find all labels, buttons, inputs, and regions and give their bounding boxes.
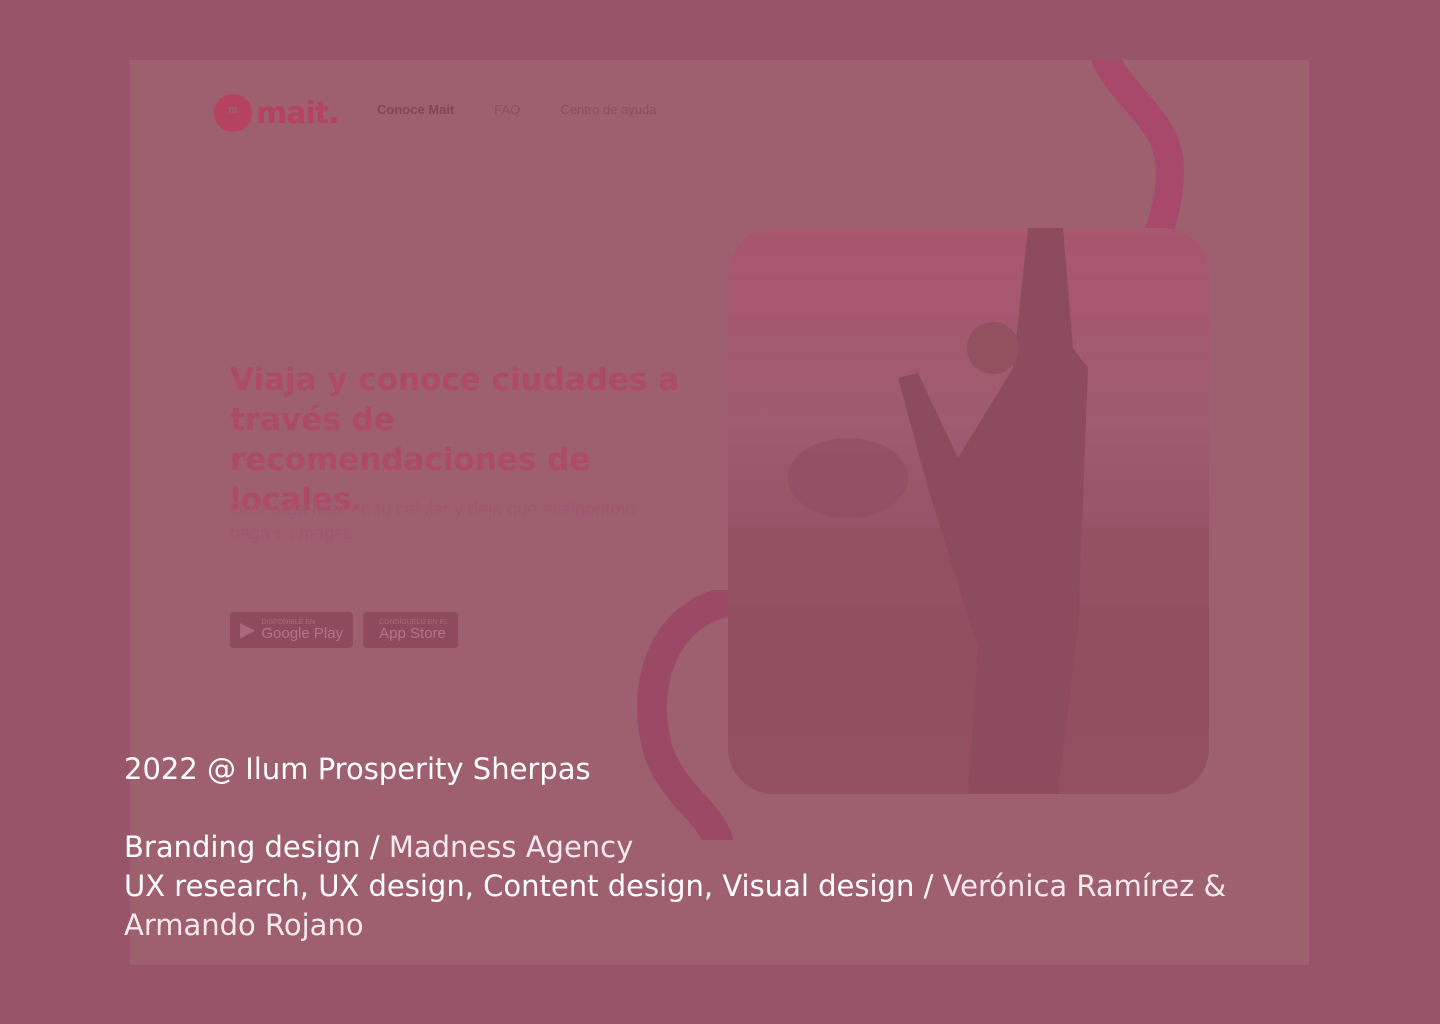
ux-role: UX research, UX design, Content design, … xyxy=(124,869,943,903)
google-play-button[interactable]: ▶ Disponible en Google Play xyxy=(230,612,354,648)
nav-item-centro-de-ayuda[interactable]: Centro de ayuda xyxy=(560,102,656,117)
hero-photo xyxy=(728,228,1209,794)
store-big-label: App Store xyxy=(379,625,446,642)
nav-item-conoce-mait[interactable]: Conoce Mait xyxy=(377,102,454,117)
logo-text: mait. xyxy=(256,95,340,131)
traveler-silhouette-image xyxy=(728,228,1209,794)
ux-credit: UX research, UX design, Content design, … xyxy=(124,867,1324,945)
nav-item-faq[interactable]: FAQ xyxy=(494,102,520,117)
hero-title: Viaja y conoce ciudades a través de reco… xyxy=(230,362,680,518)
branding-role: Branding design / xyxy=(124,830,389,864)
store-big-label: Google Play xyxy=(261,625,344,642)
branding-name: Madness Agency xyxy=(388,830,634,864)
mait-logo[interactable]: ᵐ mait. xyxy=(214,94,340,132)
top-nav: Conoce Mait FAQ Centro de ayuda xyxy=(377,102,656,117)
app-store-button[interactable]: Consíguelo en el App Store xyxy=(363,612,458,648)
mait-logo-icon: ᵐ xyxy=(214,94,252,132)
google-play-icon: ▶ xyxy=(240,619,256,641)
branding-credit: Branding design / Madness Agency xyxy=(124,828,1324,867)
credits-block: 2022 @ Ilum Prosperity Sherpas Branding … xyxy=(124,750,1324,945)
hero-subtitle: Descarga Mait en tu celular y deja que e… xyxy=(230,499,636,543)
year-line: 2022 @ Ilum Prosperity Sherpas xyxy=(124,752,591,786)
portfolio-slide: ᵐ mait. Conoce Mait FAQ Centro de ayuda … xyxy=(0,0,1440,1024)
store-buttons: ▶ Disponible en Google Play Consíguelo e… xyxy=(230,612,458,648)
